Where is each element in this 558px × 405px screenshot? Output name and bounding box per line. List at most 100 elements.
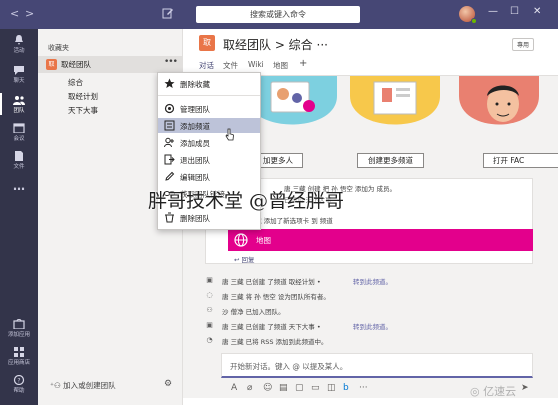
attach-icon[interactable]: ⌀ (247, 383, 252, 393)
menu-item-manage-team[interactable]: 管理团队 (158, 101, 260, 116)
files-icon (15, 151, 23, 161)
activity-item: ◌ 唐 三藏 将 孙 悟空 设为团队所有者。 (205, 291, 535, 301)
menu-item-label: 添加频道 (180, 122, 210, 131)
help-icon: ? (13, 375, 25, 385)
menu-item-label: 管理团队 (180, 105, 210, 114)
activity-item: ◔ 唐 三藏 已将 RSS 添加到此频道中。 (205, 336, 535, 346)
people-icon: ⚇ (206, 306, 213, 314)
calendar-icon (13, 123, 25, 133)
title-bar: < > 搜索或键入命令 — ☐ ✕ (0, 0, 558, 29)
rail-label: 添加应用 (7, 332, 30, 338)
gear-icon[interactable]: ⚙ (164, 379, 172, 389)
activity-text: 唐 三藏 已创建 了频道 天下大事 • (222, 323, 321, 331)
activity-text: 唐 三藏 已创建 了频道 取经计划 • (222, 278, 321, 286)
activity-text: 沙 僧净 已加入团队。 (222, 308, 285, 316)
create-more-channels-button[interactable]: 创建更多频道 (357, 153, 424, 168)
back-button[interactable]: < (10, 7, 19, 20)
compose-placeholder: 开始新对话。键入 @ 以提及某人。 (230, 362, 348, 371)
rss-icon: ◔ (206, 336, 213, 344)
rail-item-add-app[interactable]: 添加应用 (0, 319, 38, 338)
close-icon[interactable]: ✕ (533, 6, 541, 17)
menu-item-label: 添加成员 (180, 139, 210, 148)
corner-watermark: ◎ 亿速云 (470, 385, 517, 398)
go-to-channel-link[interactable]: 转到此频道。 (353, 321, 392, 331)
emoji-icon[interactable]: ☺ (263, 383, 272, 393)
add-tab-icon[interactable]: + (299, 58, 307, 69)
rail-label: 应用商店 (7, 360, 30, 366)
trash-icon (165, 212, 174, 223)
rail-label: 帮助 (13, 388, 25, 394)
team-more-options-icon[interactable]: ••• (164, 57, 178, 67)
lightbulb-icon: ◌ (206, 291, 213, 299)
rail-item-help[interactable]: ? 帮助 (0, 375, 38, 394)
chat-icon: ▣ (206, 276, 213, 284)
new-chat-icon[interactable] (162, 7, 174, 19)
menu-item-label: 退出团队 (180, 156, 210, 165)
menu-item-label: 编辑团队 (180, 173, 210, 182)
stream-icon[interactable]: ◫ (327, 383, 336, 393)
reply-button[interactable]: ↩ 回复 (234, 254, 255, 264)
tab-files[interactable]: 文件 (223, 60, 238, 71)
rail-label: 会议 (13, 136, 25, 142)
rail-item-meetings[interactable]: 会议 (0, 123, 38, 142)
settings-icon (164, 103, 175, 114)
go-to-channel-link[interactable]: 转到此频道。 (353, 276, 392, 286)
compose-box[interactable]: 开始新对话。键入 @ 以提及某人。 (221, 353, 533, 378)
bing-icon[interactable]: b (343, 383, 349, 393)
rail-item-chat[interactable]: 聊天 (0, 65, 38, 84)
menu-item-add-channel[interactable]: 添加频道 (158, 118, 260, 133)
search-input[interactable]: 搜索或键入命令 (196, 6, 360, 23)
send-icon[interactable]: ➤ (521, 383, 529, 393)
presence-indicator (471, 18, 477, 24)
rail-item-files[interactable]: 文件 (0, 151, 38, 170)
add-channel-icon (164, 120, 175, 131)
rail-item-activity[interactable]: 活动 (0, 35, 38, 54)
open-faq-button[interactable]: 打开 FAC (483, 153, 558, 168)
rail-item-app-store[interactable]: 应用商店 (0, 347, 38, 366)
tab-wiki[interactable]: Wiki (248, 60, 264, 69)
bell-icon (15, 35, 23, 45)
map-tab-label: 地图 (256, 236, 271, 245)
rail-label: 文件 (13, 164, 25, 170)
menu-item-label: 删除团队 (180, 214, 210, 223)
join-team-icon: ⁺⚇ (50, 381, 64, 390)
menu-item-add-member[interactable]: 添加成员 (158, 135, 260, 150)
tab-conversations[interactable]: 对话 (199, 60, 214, 71)
rail-label: 聊天 (13, 78, 25, 84)
classification-badge: 專用 (512, 38, 535, 51)
teams-icon (13, 96, 25, 105)
minimize-icon[interactable]: — (488, 6, 498, 17)
rail-label: 活动 (13, 48, 25, 54)
maximize-icon[interactable]: ☐ (510, 6, 519, 17)
menu-item-leave-team[interactable]: 退出团队 (158, 152, 260, 167)
watermark-text: 胖哥技术堂 @曾经胖哥 (148, 190, 345, 212)
sticker-icon[interactable]: ▢ (295, 383, 304, 393)
more-apps-icon[interactable]: … (0, 179, 38, 193)
join-team-label: 加入或创建团队 (63, 381, 116, 390)
map-tab-banner[interactable]: 地图 (228, 229, 533, 251)
corner-watermark-label: 亿速云 (483, 385, 517, 398)
channel-avatar: 取 (199, 35, 215, 51)
svg-text:?: ? (17, 378, 20, 385)
tab-map[interactable]: 地图 (273, 60, 288, 71)
activity-text: 唐 三藏 已将 RSS 添加到此频道中。 (222, 338, 328, 346)
more-options-icon[interactable]: ··· (359, 383, 368, 393)
meet-icon[interactable]: ▭ (311, 383, 320, 393)
forward-button[interactable]: > (25, 7, 34, 20)
channel-general[interactable]: 综合 (68, 77, 83, 88)
team-row[interactable]: 取 取经团队 ••• (38, 56, 183, 73)
channel-news[interactable]: 天下大事 (68, 105, 98, 116)
menu-item-label: 删除收藏 (180, 80, 210, 89)
giphy-icon[interactable]: ▤ (279, 383, 288, 393)
channel-plan[interactable]: 取经计划 (68, 91, 98, 102)
join-or-create-team-button[interactable]: ⁺⚇ 加入或创建团队 (50, 380, 116, 391)
leave-icon (164, 154, 175, 165)
menu-divider (158, 95, 260, 96)
menu-item-edit-team[interactable]: 编辑团队 (158, 169, 260, 184)
menu-item-remove-favorite[interactable]: 删除收藏 (158, 76, 260, 91)
rail-item-teams[interactable]: 团队 (0, 95, 38, 114)
team-avatar: 取 (46, 59, 57, 70)
format-icon[interactable]: A (231, 383, 237, 393)
edit-icon (165, 171, 175, 181)
mouse-cursor-icon (225, 128, 234, 141)
